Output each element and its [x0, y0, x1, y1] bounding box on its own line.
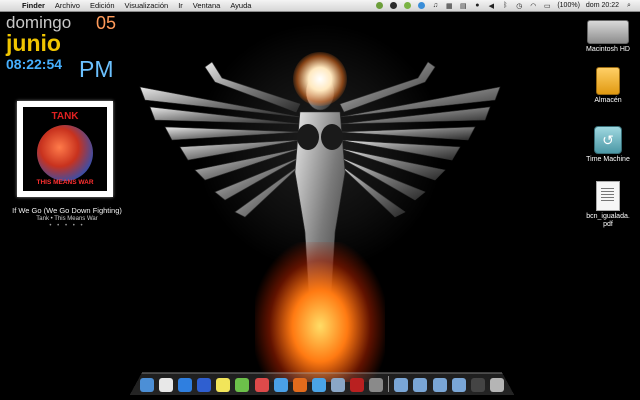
bluetooth-icon[interactable]: ᛒ: [500, 1, 510, 10]
appstore-icon[interactable]: [178, 378, 193, 392]
adium-duck-icon[interactable]: [235, 378, 250, 392]
clock-time-readout: 08:22:54: [6, 56, 63, 72]
stickies-icon[interactable]: [216, 378, 231, 392]
pdf-file-icon: [596, 181, 620, 211]
menubar-clock[interactable]: dom 20:22: [586, 2, 619, 9]
menu-finder[interactable]: Finder: [17, 1, 50, 10]
search-icon[interactable]: ⌕: [624, 1, 634, 10]
chat-bubble-icon[interactable]: [273, 378, 288, 392]
adium-icon[interactable]: [402, 1, 412, 10]
firefox-icon[interactable]: [292, 378, 307, 392]
album-cover: TANK THIS MEANS WAR: [23, 107, 107, 191]
song-rating[interactable]: • • • • •: [2, 223, 132, 229]
dock-separator: [388, 376, 390, 392]
desktop-icon-almacen[interactable]: Almacén: [576, 67, 640, 105]
wallpaper-head-glow: [293, 52, 347, 106]
battery-percent: (100%): [557, 2, 580, 9]
menu-ir[interactable]: Ir: [173, 1, 188, 10]
timemachine-icon[interactable]: ◷: [514, 1, 524, 10]
finder-icon[interactable]: [140, 378, 154, 392]
clock-date-number: 05: [96, 13, 117, 33]
twitter-bird-icon[interactable]: [311, 378, 326, 392]
usb-drive-icon: [596, 67, 620, 95]
itunes-icon[interactable]: [197, 378, 212, 392]
desktop-icon-label: Time Machine: [586, 156, 630, 163]
menu-archivo[interactable]: Archivo: [50, 1, 85, 10]
album-cover-title: THIS MEANS WAR: [36, 179, 94, 186]
album-globe-art: [37, 125, 93, 181]
menu-visualizacion[interactable]: Visualización: [120, 1, 174, 10]
desktop-icon-pdf-file[interactable]: bcn_igualada. pdf: [576, 181, 640, 229]
music-icon[interactable]: [254, 378, 269, 392]
ical-icon[interactable]: [159, 378, 174, 392]
desktop-icon-label: Macintosh HD: [586, 46, 630, 53]
cloud-icon[interactable]: [374, 1, 384, 10]
trash-icon[interactable]: [489, 378, 504, 392]
bag-icon[interactable]: ▤: [458, 1, 468, 10]
desktop-icon-time-machine[interactable]: ↺ Time Machine: [576, 126, 640, 164]
red-dots-icon[interactable]: [350, 378, 365, 392]
desktop-icon-macintosh-hd[interactable]: Macintosh HD: [576, 20, 640, 54]
menu-bar: Finder Archivo Edición Visualización Ir …: [0, 0, 640, 12]
volume-icon[interactable]: ◀: [486, 1, 496, 10]
folder-icon[interactable]: [413, 378, 428, 392]
harddrive-icon: [587, 20, 629, 44]
desktop-icon-label: Almacén: [594, 97, 622, 104]
menu-ayuda[interactable]: Ayuda: [225, 1, 256, 10]
battery-icon[interactable]: ▭: [542, 1, 552, 10]
album-band-logo: TANK: [51, 111, 79, 122]
wifi-icon[interactable]: ◠: [528, 1, 538, 10]
clock-ampm-label: PM: [79, 56, 114, 82]
menu-extras: ♫ ▦ ▤ ● ◀ ᛒ ◷ ◠ ▭ (100%) dom 20:22 ⌕: [372, 0, 636, 11]
folder-icon[interactable]: [432, 378, 447, 392]
desktop-icon-label: bcn_igualada. pdf: [586, 213, 630, 228]
music-note-icon[interactable]: ♫: [430, 1, 440, 10]
twitter-icon[interactable]: [416, 1, 426, 10]
clock-month-label: junio: [6, 30, 61, 56]
timemachine-drive-icon: ↺: [594, 126, 622, 154]
skype-icon[interactable]: [388, 1, 398, 10]
settings-icon[interactable]: [369, 378, 384, 392]
calendar-icon[interactable]: ▦: [444, 1, 454, 10]
now-playing-artist-album: Tank • This Means War: [36, 216, 98, 222]
menu-ventana[interactable]: Ventana: [188, 1, 226, 10]
menu-edicion[interactable]: Edición: [85, 1, 120, 10]
stack-icon[interactable]: [470, 378, 485, 392]
album-artwork[interactable]: TANK THIS MEANS WAR: [17, 101, 113, 197]
dock: [140, 374, 504, 392]
wallpaper-flames: [255, 242, 385, 382]
now-playing-song: If We Go (We Go Down Fighting): [12, 206, 122, 215]
cat-icon[interactable]: ●: [472, 1, 482, 10]
mail-icon[interactable]: [330, 378, 345, 392]
downloads-icon[interactable]: [451, 378, 466, 392]
folder-icon[interactable]: [394, 378, 409, 392]
